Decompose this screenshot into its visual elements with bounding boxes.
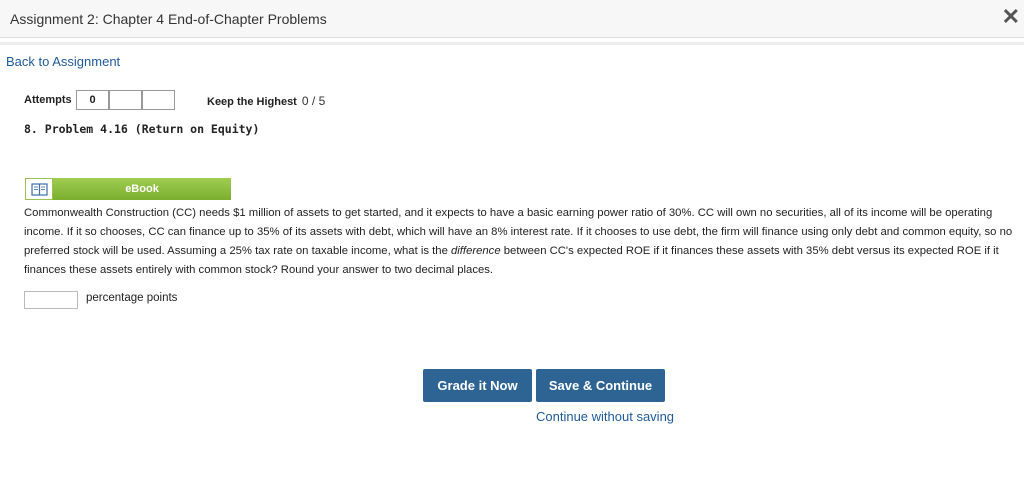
close-icon[interactable]: ✕	[1002, 6, 1020, 28]
keep-highest-label: Keep the Highest	[207, 96, 297, 108]
continue-without-saving-link[interactable]: Continue without saving	[536, 409, 674, 424]
attempt-box-3	[142, 90, 175, 110]
answer-unit-label: percentage points	[86, 292, 178, 304]
book-icon	[25, 178, 53, 200]
title-bar: Assignment 2: Chapter 4 End-of-Chapter P…	[0, 0, 1024, 38]
assignment-title: Assignment 2: Chapter 4 End-of-Chapter P…	[10, 11, 327, 27]
attempts-label: Attempts	[24, 94, 72, 106]
answer-input[interactable]	[24, 291, 78, 309]
attempt-box-1: 0	[76, 90, 109, 110]
save-and-continue-button[interactable]: Save & Continue	[536, 369, 665, 402]
ebook-label: eBook	[53, 178, 231, 200]
attempt-box-2	[109, 90, 142, 110]
problem-title: 8. Problem 4.16 (Return on Equity)	[24, 122, 260, 136]
grade-it-now-button[interactable]: Grade it Now	[423, 369, 532, 402]
keep-highest: Keep the Highest 0 / 5	[207, 94, 325, 108]
back-to-assignment-link[interactable]: Back to Assignment	[6, 54, 120, 69]
score-value: 0 / 5	[301, 94, 326, 108]
ebook-button[interactable]: eBook	[25, 178, 231, 200]
question-text: Commonwealth Construction (CC) needs $1 …	[24, 204, 1019, 280]
question-emphasis: difference	[451, 245, 501, 257]
divider	[0, 42, 1024, 45]
